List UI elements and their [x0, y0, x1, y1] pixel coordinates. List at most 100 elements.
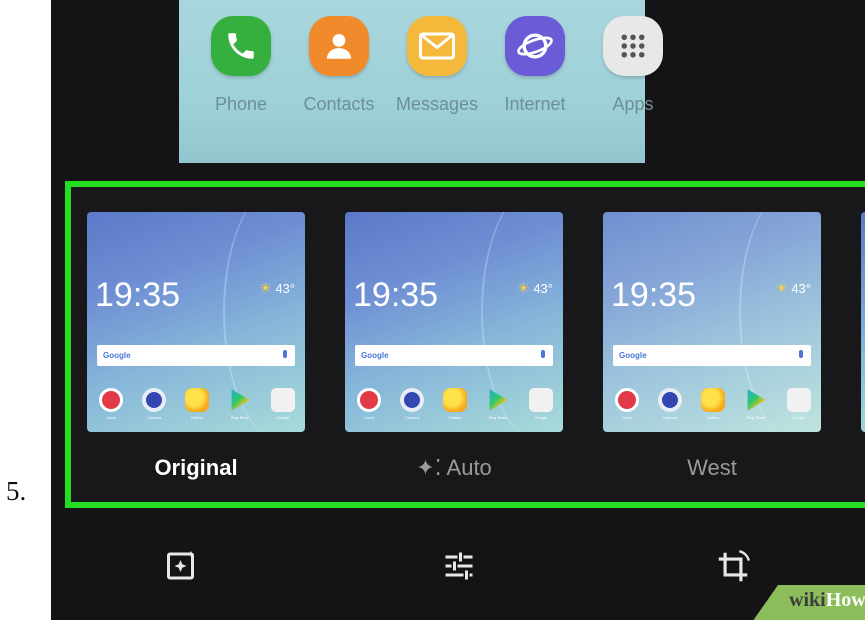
- preview-app: Gallery: [181, 388, 213, 420]
- gallery-app-icon: [185, 388, 209, 412]
- preview-app: Clock: [95, 388, 127, 420]
- envelope-icon: [407, 16, 467, 76]
- dock-app-label: Internet: [504, 94, 566, 114]
- preview-app-label: Play Store: [230, 415, 250, 420]
- dock-app-label: Phone: [214, 94, 268, 114]
- preview-app-label: Google: [534, 415, 548, 420]
- google-logo: Google: [619, 351, 647, 360]
- preview-app: Google: [525, 388, 557, 420]
- clock-app-icon: [99, 388, 123, 412]
- dock-app-phone[interactable]: Phone: [199, 16, 283, 115]
- sparkle-icon: ✦⁚: [416, 455, 442, 480]
- preview-google-bar: Google: [613, 345, 811, 366]
- dock-app-apps[interactable]: Apps: [591, 16, 675, 115]
- preview-app-label: Gallery: [190, 415, 204, 420]
- preview-app-label: Camera: [662, 415, 678, 420]
- preview-clock: 19:35: [611, 276, 697, 314]
- preview-app: Google: [783, 388, 815, 420]
- gallery-app-icon: [443, 388, 467, 412]
- dock-app-label: Apps: [612, 94, 654, 114]
- preview-app-label: Gallery: [706, 415, 720, 420]
- dock-app-messages[interactable]: Messages: [395, 16, 479, 115]
- google-logo: Google: [103, 351, 131, 360]
- planet-icon: [505, 16, 565, 76]
- contact-icon: [309, 16, 369, 76]
- play-store-icon: [231, 389, 250, 411]
- preview-app-label: Clock: [105, 415, 116, 420]
- preview-app-row: Clock Camera Gallery Play Store Google: [353, 388, 557, 420]
- preview-app: Clock: [611, 388, 643, 420]
- preview-app-row: Clock Camera Gallery Play Store Google: [95, 388, 299, 420]
- filter-carousel: 19:35 ☀ 43° Google Clock Camera Gallery …: [65, 181, 865, 508]
- preview-app-label: Clock: [621, 415, 632, 420]
- filter-thumbnail-auto[interactable]: 19:35 ☀ 43° Google Clock Camera Gallery …: [345, 212, 563, 432]
- grid-icon: [603, 16, 663, 76]
- preview-app-label: Play Store: [488, 415, 508, 420]
- google-folder-icon: [787, 388, 811, 412]
- preview-temp: 43°: [275, 281, 295, 296]
- preview-app-label: Gallery: [448, 415, 462, 420]
- preview-app-label: Camera: [146, 415, 162, 420]
- filter-thumbnail-west[interactable]: 19:35 ☀ 43° Google Clock Camera Gallery …: [603, 212, 821, 432]
- dock-app-label: Contacts: [303, 94, 375, 114]
- mic-icon: [283, 350, 287, 358]
- play-store-icon: [489, 389, 508, 411]
- google-logo: Google: [361, 351, 389, 360]
- preview-app-label: Camera: [404, 415, 420, 420]
- preview-app-label: Play Store: [746, 415, 766, 420]
- preview-google-bar: Google: [355, 345, 553, 366]
- preview-weather: ☀ 43°: [259, 280, 295, 297]
- dock-app-contacts[interactable]: Contacts: [297, 16, 381, 115]
- filter-thumbnail-next[interactable]: [861, 212, 865, 432]
- dock-app-internet[interactable]: Internet: [493, 16, 577, 115]
- crop-rotate-icon[interactable]: [714, 548, 754, 588]
- google-folder-icon: [271, 388, 295, 412]
- preview-app: Clock: [353, 388, 385, 420]
- preview-app: Play Store: [740, 388, 772, 420]
- camera-app-icon: [658, 388, 682, 412]
- preview-app: Play Store: [482, 388, 514, 420]
- preview-app: Google: [267, 388, 299, 420]
- camera-app-icon: [142, 388, 166, 412]
- preview-app: Gallery: [697, 388, 729, 420]
- mic-icon: [799, 350, 803, 358]
- preview-clock: 19:35: [95, 276, 181, 314]
- clock-app-icon: [357, 388, 381, 412]
- adjust-sliders-icon[interactable]: [441, 548, 481, 588]
- camera-app-icon: [400, 388, 424, 412]
- magic-edit-icon[interactable]: [164, 548, 204, 588]
- gallery-app-icon: [701, 388, 725, 412]
- sun-icon: ☀: [259, 280, 272, 296]
- preview-weather: ☀ 43°: [775, 280, 811, 297]
- google-folder-icon: [529, 388, 553, 412]
- preview-temp: 43°: [533, 281, 553, 296]
- phone-screen: Phone Contacts Messages Internet Apps 19…: [51, 0, 865, 620]
- filter-label-original[interactable]: Original: [87, 455, 305, 481]
- preview-temp: 43°: [791, 281, 811, 296]
- filter-label-west[interactable]: West: [603, 455, 821, 481]
- step-number: 5.: [6, 476, 27, 506]
- preview-app: Camera: [396, 388, 428, 420]
- preview-app-label: Clock: [363, 415, 374, 420]
- preview-app-label: Google: [792, 415, 806, 420]
- preview-weather: ☀ 43°: [517, 280, 553, 297]
- sun-icon: ☀: [517, 280, 530, 296]
- preview-app: Play Store: [224, 388, 256, 420]
- preview-app: Camera: [138, 388, 170, 420]
- filter-label-auto[interactable]: ✦⁚ Auto: [345, 455, 563, 481]
- play-store-icon: [747, 389, 766, 411]
- watermark-wiki: wiki: [789, 589, 826, 611]
- preview-app: Camera: [654, 388, 686, 420]
- mic-icon: [541, 350, 545, 358]
- preview-app-row: Clock Camera Gallery Play Store Google: [611, 388, 815, 420]
- wikihow-watermark: wikiHow: [789, 589, 865, 612]
- preview-app: Gallery: [439, 388, 471, 420]
- filter-thumbnail-original[interactable]: 19:35 ☀ 43° Google Clock Camera Gallery …: [87, 212, 305, 432]
- preview-app-label: Google: [276, 415, 290, 420]
- filter-name: Auto: [446, 455, 492, 480]
- preview-clock: 19:35: [353, 276, 439, 314]
- sun-icon: ☀: [775, 280, 788, 296]
- phone-icon: [211, 16, 271, 76]
- preview-google-bar: Google: [97, 345, 295, 366]
- clock-app-icon: [615, 388, 639, 412]
